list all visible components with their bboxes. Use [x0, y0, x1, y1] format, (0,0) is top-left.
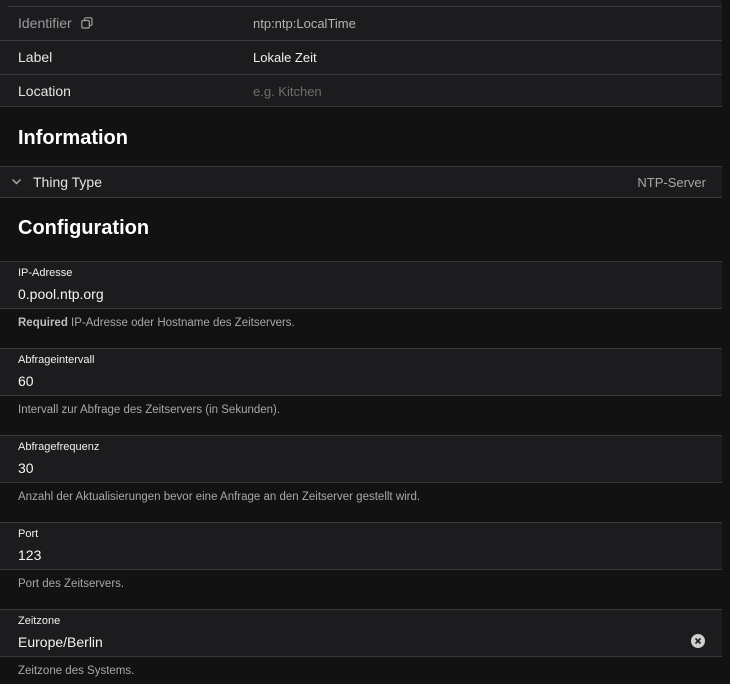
required-marker: Required — [18, 317, 68, 329]
identifier-value: ntp:ntp:LocalTime — [253, 16, 356, 31]
timezone-hint: Zeitzone des Systems. — [18, 665, 135, 677]
poll-interval-label: Abfrageintervall — [18, 354, 95, 366]
poll-interval-hint: Intervall zur Abfrage des Zeitservers (i… — [18, 404, 281, 416]
label-label: Label — [18, 49, 53, 65]
location-input[interactable]: e.g. Kitchen — [253, 84, 322, 99]
poll-interval-field[interactable]: Abfrageintervall 60 — [0, 348, 722, 396]
timezone-field[interactable]: Zeitzone Europe/Berlin — [0, 609, 722, 657]
chevron-down-icon[interactable] — [11, 177, 22, 186]
ip-address-input[interactable]: 0.pool.ntp.org — [18, 286, 678, 302]
port-hint: Port des Zeitservers. — [18, 578, 125, 590]
timezone-input[interactable]: Europe/Berlin — [18, 634, 678, 650]
divider — [0, 74, 722, 75]
copy-icon[interactable] — [81, 17, 93, 29]
ip-address-label: IP-Adresse — [18, 267, 73, 279]
configuration-title: Configuration — [18, 217, 150, 239]
ip-address-hint: Required IP-Adresse oder Hostname des Ze… — [18, 317, 295, 329]
poll-frequency-input[interactable]: 30 — [18, 460, 678, 476]
poll-frequency-hint: Anzahl der Aktualisierungen bevor eine A… — [18, 491, 421, 503]
thing-type-label: Thing Type — [33, 174, 103, 190]
information-title: Information — [18, 127, 128, 149]
port-input[interactable]: 123 — [18, 547, 678, 563]
divider — [0, 106, 722, 107]
ip-address-field[interactable]: IP-Adresse 0.pool.ntp.org — [0, 261, 722, 309]
poll-frequency-label: Abfragefrequenz — [18, 441, 100, 453]
clear-icon[interactable] — [691, 634, 705, 648]
thing-type-value: NTP-Server — [637, 175, 706, 190]
ip-address-hint-text: IP-Adresse oder Hostname des Zeitservers… — [71, 317, 295, 329]
poll-interval-input[interactable]: 60 — [18, 373, 678, 389]
divider — [8, 6, 722, 7]
port-label: Port — [18, 528, 39, 540]
divider — [0, 40, 722, 41]
port-field[interactable]: Port 123 — [0, 522, 722, 570]
timezone-label: Zeitzone — [18, 615, 61, 627]
thing-properties-card: Identifier ntp:ntp:LocalTime Label Lokal… — [0, 0, 722, 107]
label-input[interactable]: Lokale Zeit — [253, 50, 317, 65]
thing-type-row[interactable]: Thing Type NTP-Server — [0, 166, 722, 198]
thing-details-page: Identifier ntp:ntp:LocalTime Label Lokal… — [0, 0, 730, 684]
poll-frequency-field[interactable]: Abfragefrequenz 30 — [0, 435, 722, 483]
location-label: Location — [18, 83, 71, 99]
identifier-label: Identifier — [18, 15, 72, 31]
